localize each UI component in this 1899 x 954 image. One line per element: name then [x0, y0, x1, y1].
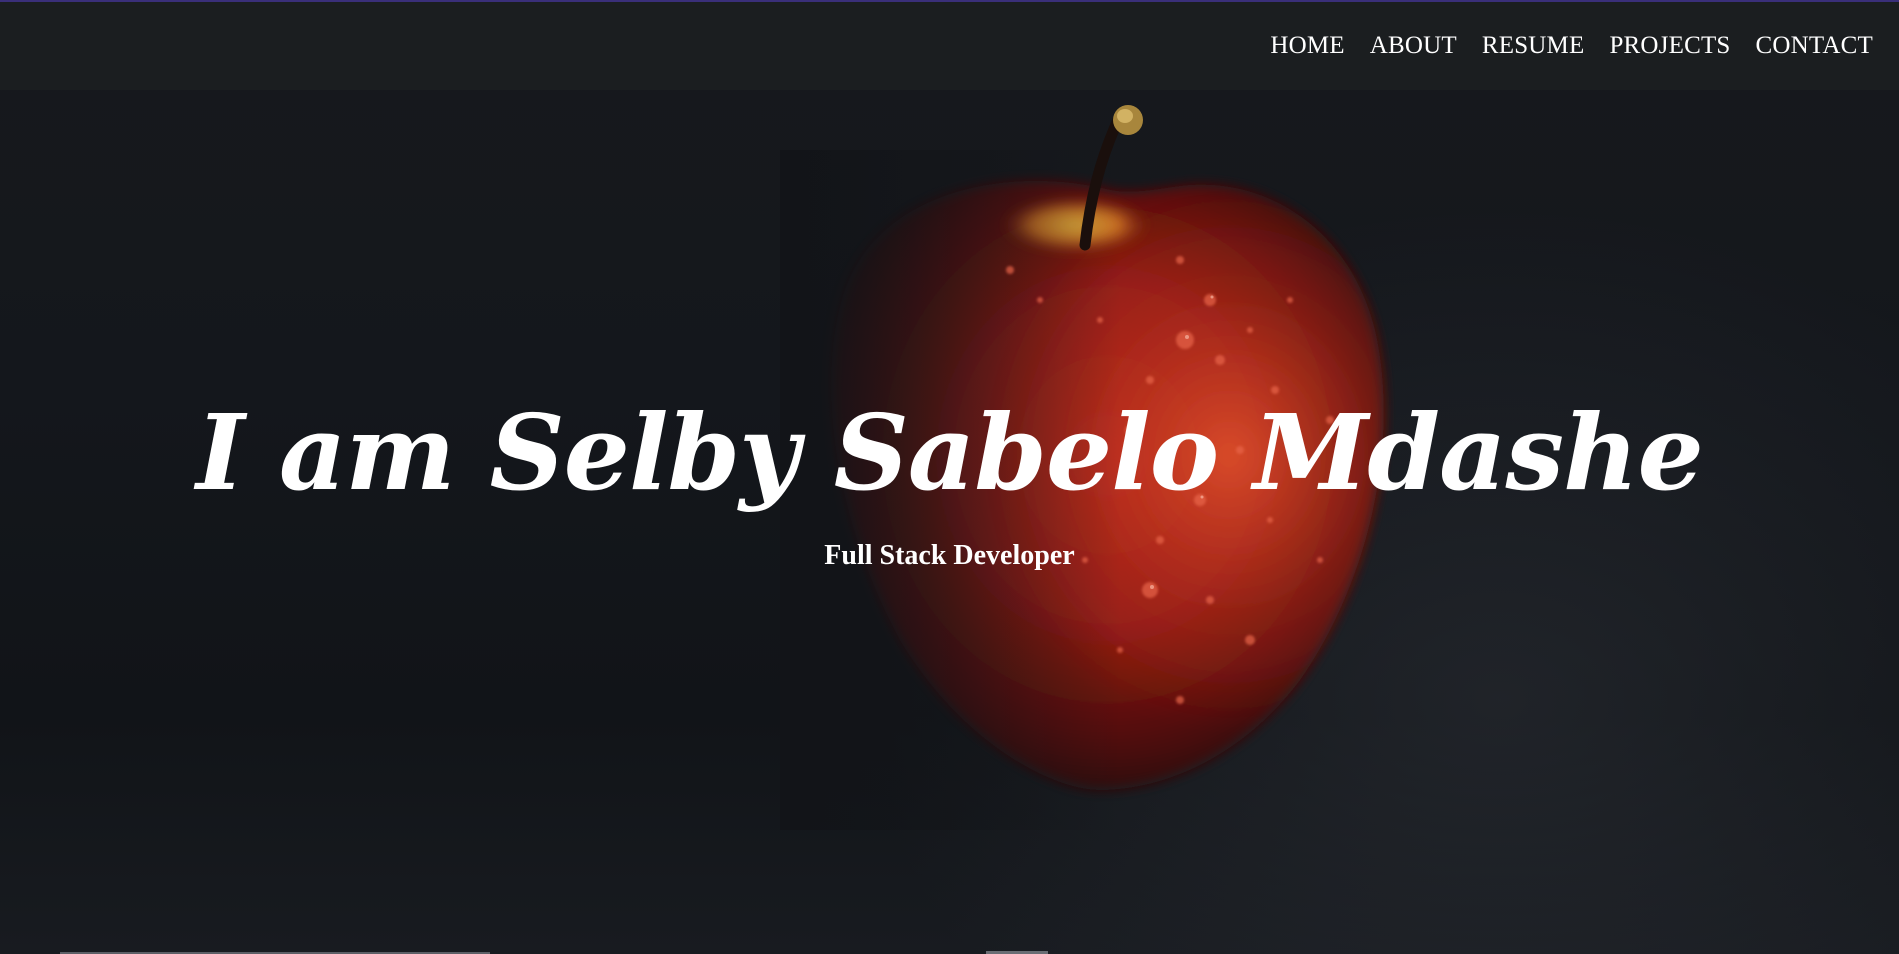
hero-subtitle: Full Stack Developer [824, 540, 1075, 571]
navbar: HOME ABOUT RESUME PROJECTS CONTACT [0, 2, 1899, 90]
nav-link-projects[interactable]: PROJECTS [1609, 32, 1730, 60]
nav-link-resume[interactable]: RESUME [1482, 32, 1585, 60]
nav-menu: HOME ABOUT RESUME PROJECTS CONTACT [1270, 32, 1873, 60]
hero-title: I am Selby Sabelo Mdashe [196, 391, 1704, 514]
nav-link-about[interactable]: ABOUT [1370, 32, 1457, 60]
page: HOME ABOUT RESUME PROJECTS CONTACT I am … [0, 0, 1899, 954]
nav-link-home[interactable]: HOME [1270, 32, 1344, 60]
nav-link-contact[interactable]: CONTACT [1756, 32, 1873, 60]
